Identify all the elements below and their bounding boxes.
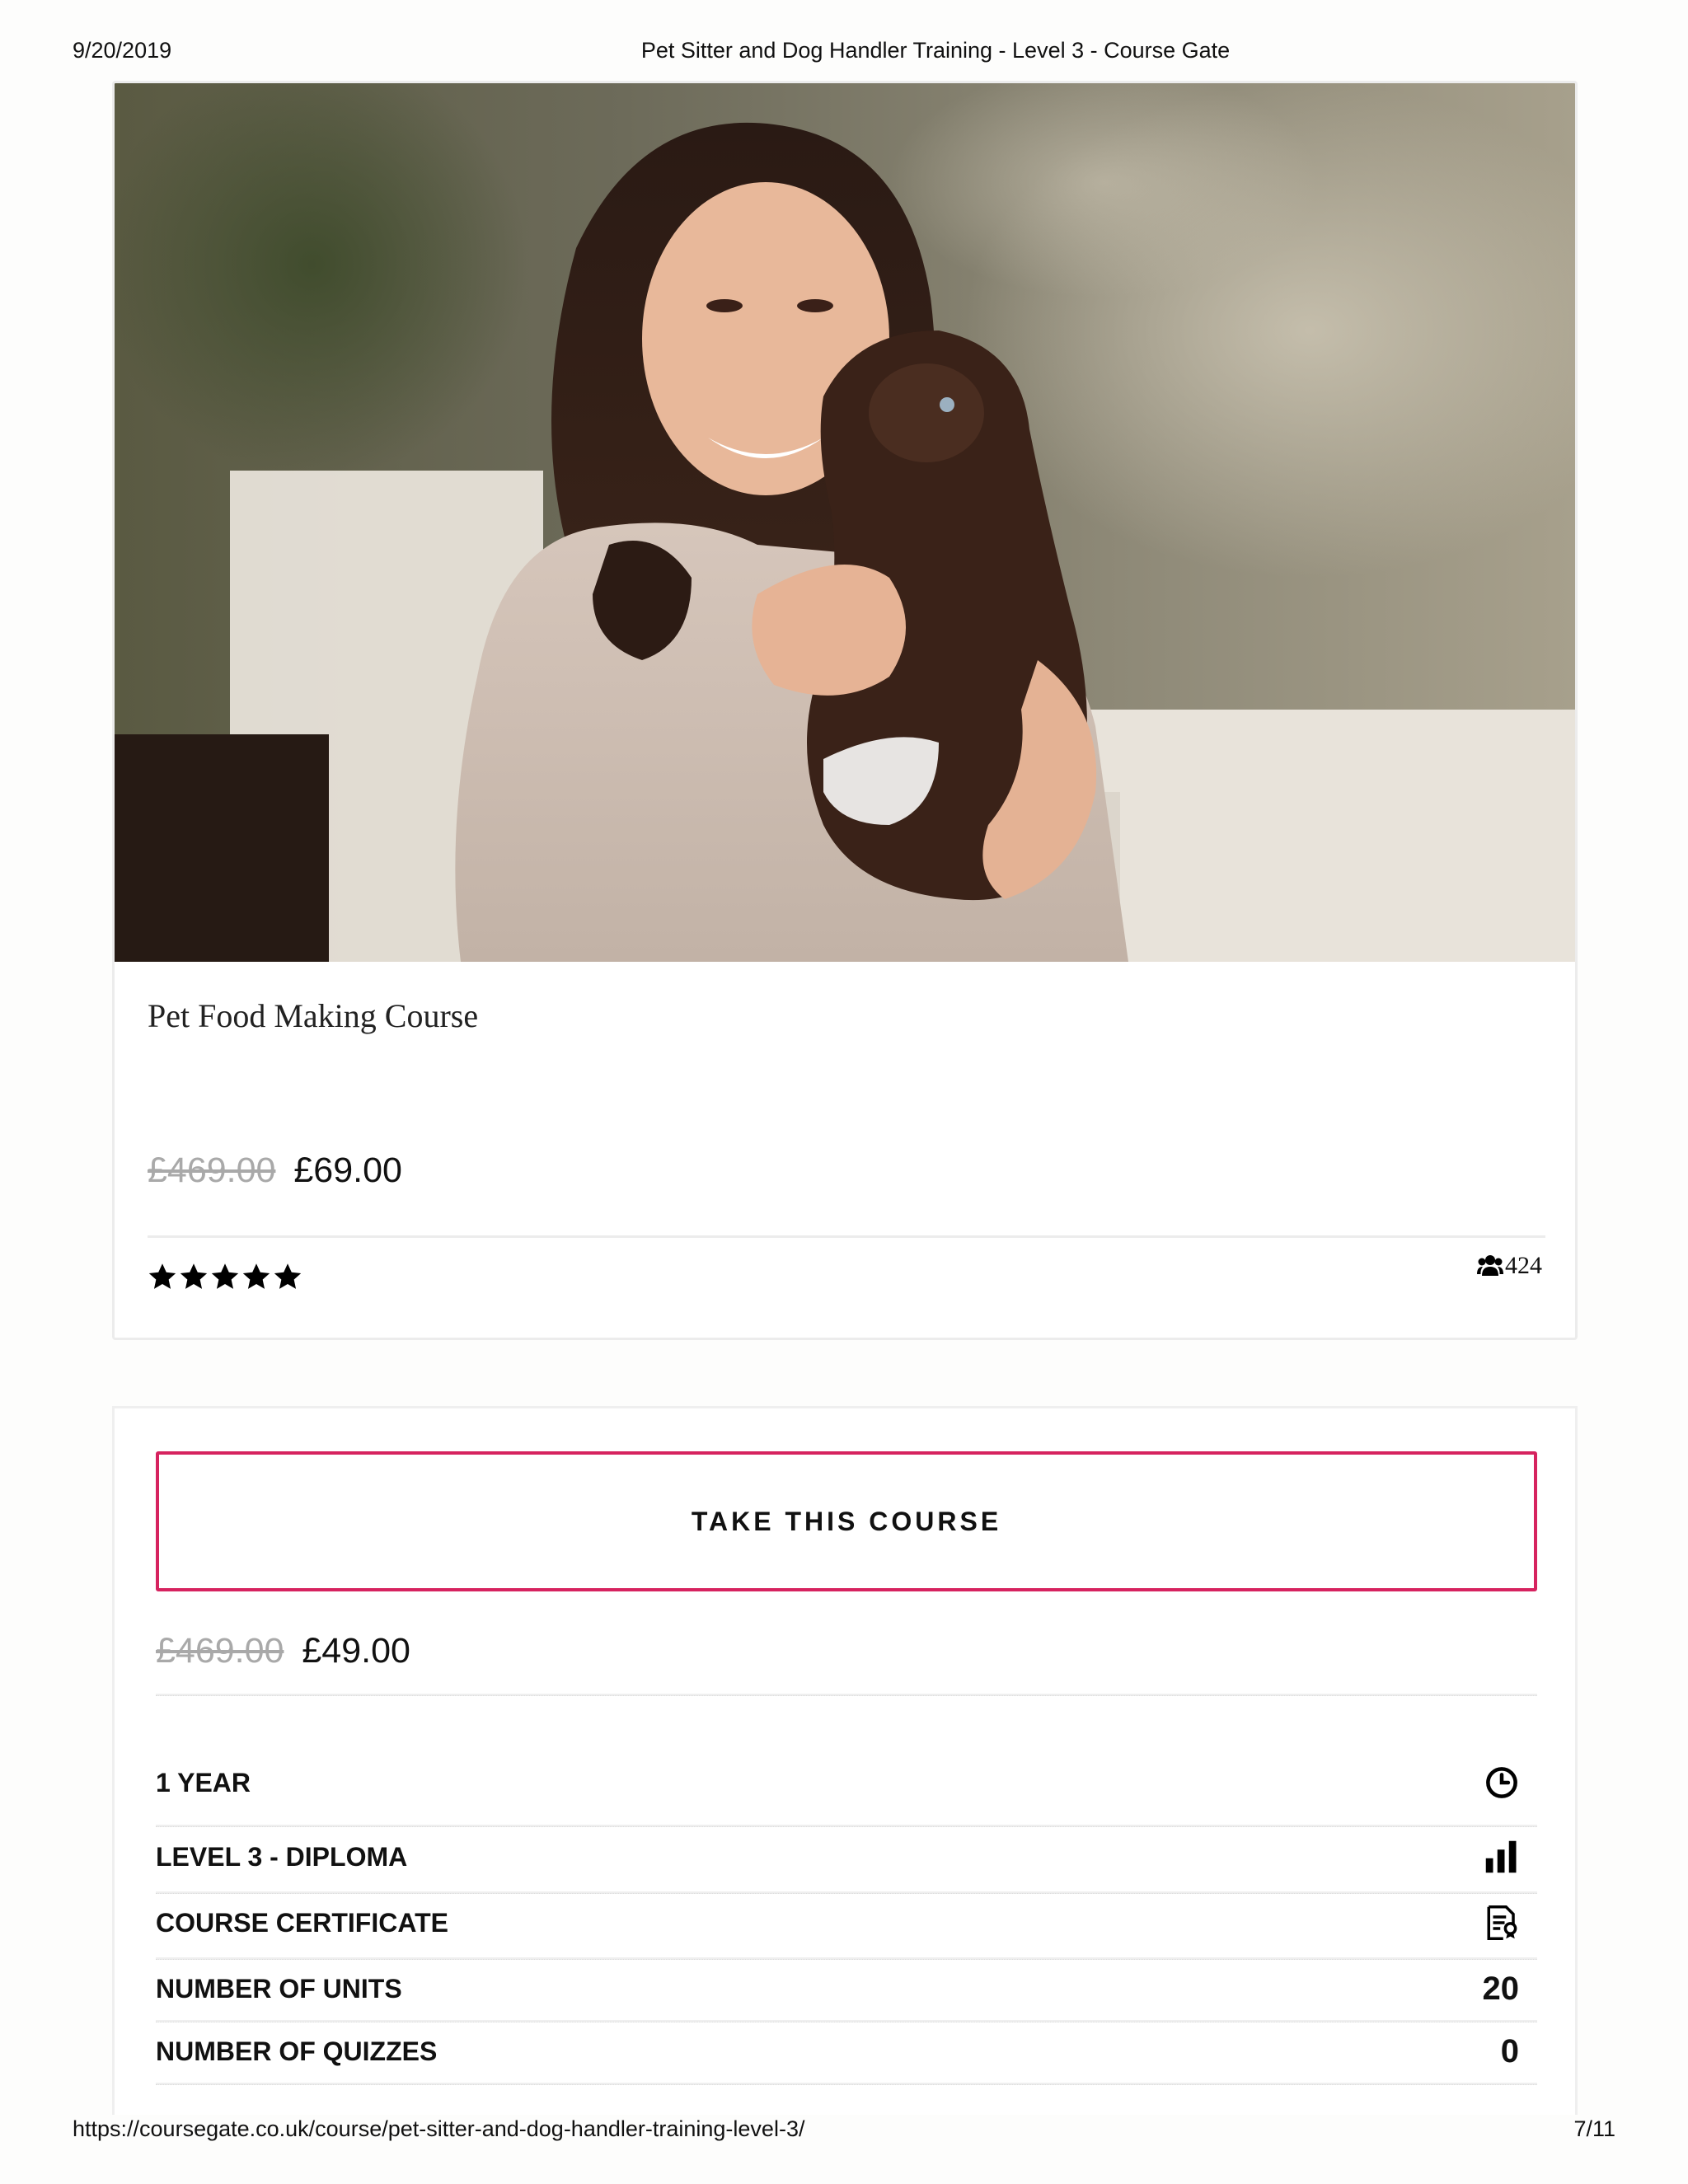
detail-row-units: NUMBER OF UNITS 20 <box>156 1962 1537 2015</box>
bar-chart-icon <box>1484 1840 1519 1874</box>
star-icon <box>242 1263 270 1289</box>
certificate-label: COURSE CERTIFICATE <box>156 1907 448 1938</box>
print-footer: https://coursegate.co.uk/course/pet-sitt… <box>0 2116 1688 2149</box>
print-page-title: Pet Sitter and Dog Handler Training - Le… <box>640 38 1231 63</box>
course-photo <box>115 83 1575 962</box>
print-header: 9/20/2019 Pet Sitter and Dog Handler Tra… <box>0 38 1688 71</box>
students-count: 424 <box>1477 1252 1542 1280</box>
divider <box>156 1694 1537 1696</box>
level-label: LEVEL 3 - DIPLOMA <box>156 1841 408 1872</box>
divider <box>148 1235 1545 1238</box>
users-icon <box>1477 1255 1503 1276</box>
course-purchase-panel: TAKE THIS COURSE £469.00 £49.00 1 YEAR L… <box>112 1406 1578 2115</box>
star-icon <box>148 1263 176 1289</box>
star-rating <box>148 1262 302 1296</box>
course-image[interactable] <box>115 83 1575 962</box>
sale-price: £69.00 <box>293 1151 402 1190</box>
course-card[interactable]: Pet Food Making Course £469.00 £69.00 42… <box>112 81 1578 1340</box>
print-url: https://coursegate.co.uk/course/pet-sitt… <box>73 2116 805 2141</box>
duration-label: 1 YEAR <box>156 1767 251 1797</box>
course-title[interactable]: Pet Food Making Course <box>148 996 478 1035</box>
star-icon <box>211 1263 239 1289</box>
course-card-price: £469.00 £69.00 <box>148 1151 402 1191</box>
original-price: £469.00 <box>156 1631 284 1671</box>
detail-row-quizzes: NUMBER OF QUIZZES 0 <box>156 2025 1537 2078</box>
divider <box>156 1891 1537 1894</box>
divider <box>156 2083 1537 2085</box>
panel-price: £469.00 £49.00 <box>156 1631 410 1671</box>
clock-icon <box>1484 1765 1519 1800</box>
original-price: £469.00 <box>148 1151 276 1190</box>
divider <box>156 2020 1537 2022</box>
star-icon <box>274 1263 302 1289</box>
certificate-icon <box>1484 1905 1519 1940</box>
detail-row-certificate: COURSE CERTIFICATE <box>156 1896 1537 1949</box>
units-value: 20 <box>1482 1970 1520 2007</box>
star-icon <box>180 1263 208 1289</box>
print-page-number: 7/11 <box>1573 2116 1615 2141</box>
divider <box>156 1957 1537 1960</box>
quizzes-label: NUMBER OF QUIZZES <box>156 2036 438 2066</box>
divider <box>156 1825 1537 1827</box>
detail-row-level: LEVEL 3 - DIPLOMA <box>156 1830 1537 1883</box>
take-this-course-button[interactable]: TAKE THIS COURSE <box>156 1451 1537 1591</box>
detail-row-duration: 1 YEAR <box>156 1756 1537 1809</box>
quizzes-value: 0 <box>1500 2032 1519 2069</box>
units-label: NUMBER OF UNITS <box>156 1973 402 2004</box>
sale-price: £49.00 <box>302 1631 410 1671</box>
students-count-value: 424 <box>1505 1252 1542 1279</box>
